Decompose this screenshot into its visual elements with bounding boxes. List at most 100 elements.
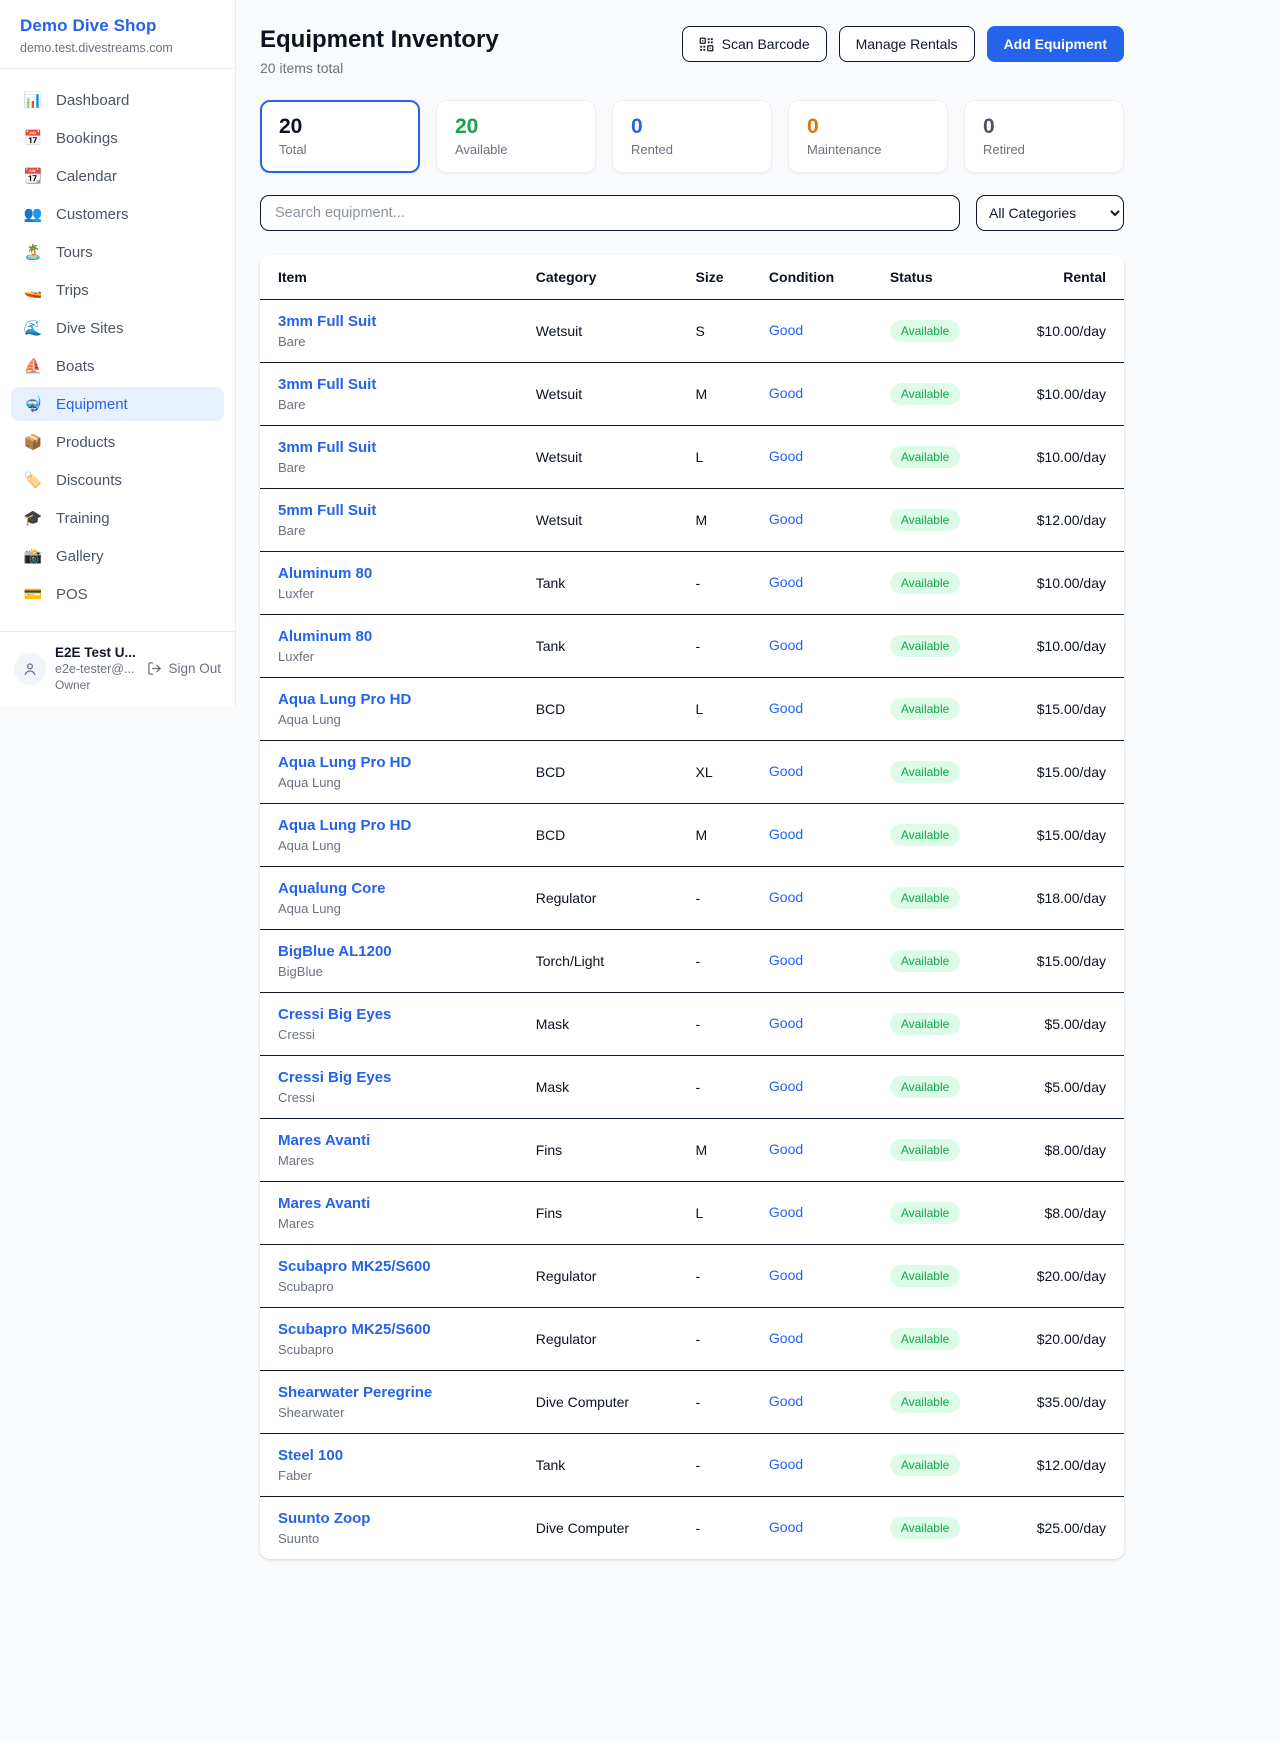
item-name-link[interactable]: Mares Avanti — [278, 1132, 520, 1149]
condition-link[interactable]: Good — [769, 637, 803, 653]
table-row[interactable]: Scubapro MK25/S600 Scubapro Regulator - … — [260, 1245, 1124, 1308]
sidebar-item[interactable]: 🌊 Dive Sites — [11, 311, 224, 345]
stat-card[interactable]: 0 Maintenance — [788, 100, 948, 173]
stat-card[interactable]: 0 Rented — [612, 100, 772, 173]
condition-link[interactable]: Good — [769, 574, 803, 590]
condition-link[interactable]: Good — [769, 700, 803, 716]
sidebar-item[interactable]: 📸 Gallery — [11, 539, 224, 573]
size-cell: - — [688, 1434, 761, 1497]
condition-link[interactable]: Good — [769, 448, 803, 464]
item-name-link[interactable]: Cressi Big Eyes — [278, 1069, 520, 1086]
column-header-status[interactable]: Status — [882, 255, 1029, 300]
table-row[interactable]: Cressi Big Eyes Cressi Mask - Good Avail… — [260, 993, 1124, 1056]
table-row[interactable]: Aqua Lung Pro HD Aqua Lung BCD M Good Av… — [260, 804, 1124, 867]
table-row[interactable]: Suunto Zoop Suunto Dive Computer - Good … — [260, 1497, 1124, 1560]
table-row[interactable]: Scubapro MK25/S600 Scubapro Regulator - … — [260, 1308, 1124, 1371]
item-name-link[interactable]: Aqua Lung Pro HD — [278, 691, 520, 708]
column-header-item[interactable]: Item — [260, 255, 528, 300]
condition-cell: Good — [761, 363, 882, 426]
item-name-link[interactable]: Aqua Lung Pro HD — [278, 754, 520, 771]
item-name-link[interactable]: Scubapro MK25/S600 — [278, 1321, 520, 1338]
sidebar-item[interactable]: 🤿 Equipment — [11, 387, 224, 421]
table-row[interactable]: Cressi Big Eyes Cressi Mask - Good Avail… — [260, 1056, 1124, 1119]
condition-link[interactable]: Good — [769, 1141, 803, 1157]
table-row[interactable]: 3mm Full Suit Bare Wetsuit S Good Availa… — [260, 300, 1124, 363]
item-name-link[interactable]: Mares Avanti — [278, 1195, 520, 1212]
sidebar-item[interactable]: 📊 Dashboard — [11, 83, 224, 117]
item-name-link[interactable]: 5mm Full Suit — [278, 502, 520, 519]
sidebar-item[interactable]: 🏷️ Discounts — [11, 463, 224, 497]
sidebar-item[interactable]: 📅 Bookings — [11, 121, 224, 155]
item-name-link[interactable]: Aqualung Core — [278, 880, 520, 897]
item-name-link[interactable]: Aluminum 80 — [278, 628, 520, 645]
condition-link[interactable]: Good — [769, 1204, 803, 1220]
condition-link[interactable]: Good — [769, 1456, 803, 1472]
category-cell: Regulator — [528, 867, 688, 930]
manage-rentals-button[interactable]: Manage Rentals — [839, 26, 975, 62]
table-row[interactable]: Aluminum 80 Luxfer Tank - Good Available — [260, 615, 1124, 678]
scan-barcode-button[interactable]: Scan Barcode — [682, 26, 827, 62]
condition-link[interactable]: Good — [769, 889, 803, 905]
condition-link[interactable]: Good — [769, 511, 803, 527]
condition-link[interactable]: Good — [769, 1267, 803, 1283]
condition-link[interactable]: Good — [769, 952, 803, 968]
item-name-link[interactable]: Shearwater Peregrine — [278, 1384, 520, 1401]
table-row[interactable]: Aqualung Core Aqua Lung Regulator - Good… — [260, 867, 1124, 930]
brand-title[interactable]: Demo Dive Shop — [20, 16, 215, 36]
app-layout: Demo Dive Shop demo.test.divestreams.com… — [0, 0, 1280, 1589]
sidebar-item[interactable]: 🏝️ Tours — [11, 235, 224, 269]
item-name-link[interactable]: Aqua Lung Pro HD — [278, 817, 520, 834]
table-row[interactable]: BigBlue AL1200 BigBlue Torch/Light - Goo… — [260, 930, 1124, 993]
condition-link[interactable]: Good — [769, 763, 803, 779]
condition-link[interactable]: Good — [769, 1330, 803, 1346]
category-cell: Wetsuit — [528, 489, 688, 552]
sign-out-button[interactable]: Sign Out — [147, 661, 221, 676]
item-name-link[interactable]: BigBlue AL1200 — [278, 943, 520, 960]
table-row[interactable]: Aqua Lung Pro HD Aqua Lung BCD XL Good A… — [260, 741, 1124, 804]
table-row[interactable]: Shearwater Peregrine Shearwater Dive Com… — [260, 1371, 1124, 1434]
condition-link[interactable]: Good — [769, 1078, 803, 1094]
table-row[interactable]: 3mm Full Suit Bare Wetsuit M Good Availa… — [260, 363, 1124, 426]
column-header-category[interactable]: Category — [528, 255, 688, 300]
table-row[interactable]: 5mm Full Suit Bare Wetsuit M Good Availa… — [260, 489, 1124, 552]
table-row[interactable]: Aqua Lung Pro HD Aqua Lung BCD L Good Av… — [260, 678, 1124, 741]
sidebar-item[interactable]: 🎓 Training — [11, 501, 224, 535]
stat-card[interactable]: 20 Total — [260, 100, 420, 173]
item-name-link[interactable]: Scubapro MK25/S600 — [278, 1258, 520, 1275]
item-name-link[interactable]: 3mm Full Suit — [278, 439, 520, 456]
table-row[interactable]: Mares Avanti Mares Fins L Good Available — [260, 1182, 1124, 1245]
item-name-link[interactable]: Steel 100 — [278, 1447, 520, 1464]
item-name-link[interactable]: Aluminum 80 — [278, 565, 520, 582]
condition-link[interactable]: Good — [769, 1015, 803, 1031]
sidebar-item-label: Discounts — [56, 472, 122, 489]
condition-link[interactable]: Good — [769, 1519, 803, 1535]
category-select[interactable]: All Categories — [976, 195, 1124, 231]
stat-value: 20 — [455, 115, 577, 139]
add-equipment-button[interactable]: Add Equipment — [987, 26, 1124, 62]
table-row[interactable]: Aluminum 80 Luxfer Tank - Good Available — [260, 552, 1124, 615]
search-input[interactable] — [260, 195, 960, 231]
stat-card[interactable]: 20 Available — [436, 100, 596, 173]
sidebar-item[interactable]: 💳 POS — [11, 577, 224, 611]
column-header-rental[interactable]: Rental — [1029, 255, 1124, 300]
stat-card[interactable]: 0 Retired — [964, 100, 1124, 173]
table-row[interactable]: Steel 100 Faber Tank - Good Available — [260, 1434, 1124, 1497]
condition-link[interactable]: Good — [769, 1393, 803, 1409]
sidebar-item[interactable]: 📦 Products — [11, 425, 224, 459]
sidebar-item[interactable]: ⛵ Boats — [11, 349, 224, 383]
item-name-link[interactable]: 3mm Full Suit — [278, 376, 520, 393]
stat-label: Available — [455, 142, 577, 157]
sidebar-item[interactable]: 🚤 Trips — [11, 273, 224, 307]
item-name-link[interactable]: Suunto Zoop — [278, 1510, 520, 1527]
condition-link[interactable]: Good — [769, 385, 803, 401]
sidebar-item[interactable]: 📆 Calendar — [11, 159, 224, 193]
item-name-link[interactable]: 3mm Full Suit — [278, 313, 520, 330]
sidebar-item[interactable]: 👥 Customers — [11, 197, 224, 231]
condition-link[interactable]: Good — [769, 322, 803, 338]
table-row[interactable]: Mares Avanti Mares Fins M Good Available — [260, 1119, 1124, 1182]
column-header-size[interactable]: Size — [688, 255, 761, 300]
column-header-condition[interactable]: Condition — [761, 255, 882, 300]
item-name-link[interactable]: Cressi Big Eyes — [278, 1006, 520, 1023]
condition-link[interactable]: Good — [769, 826, 803, 842]
table-row[interactable]: 3mm Full Suit Bare Wetsuit L Good Availa… — [260, 426, 1124, 489]
